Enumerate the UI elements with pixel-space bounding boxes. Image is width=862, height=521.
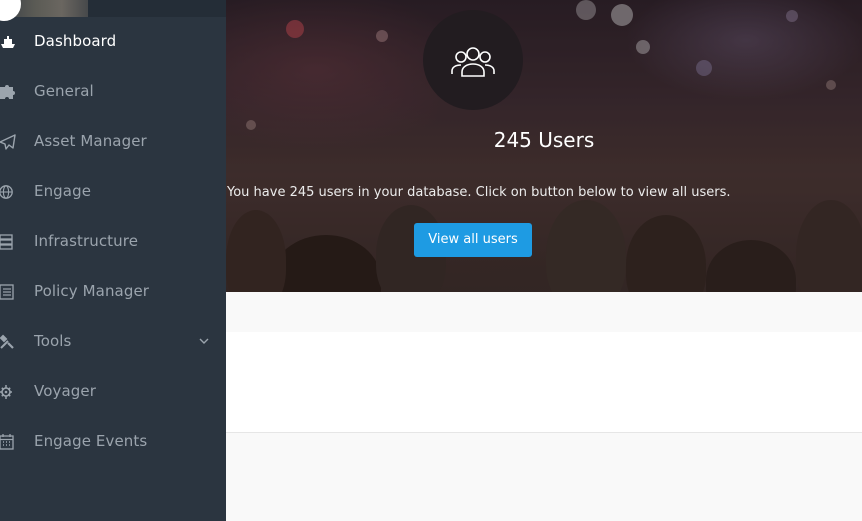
sidebar-nav: Dashboard General Asset Manager Engage I	[0, 17, 226, 467]
paper-plane-icon	[0, 134, 16, 150]
content-panel	[226, 332, 862, 433]
sidebar-item-infrastructure[interactable]: Infrastructure	[0, 217, 226, 267]
sidebar-item-asset-manager[interactable]: Asset Manager	[0, 117, 226, 167]
chevron-down-icon[interactable]	[197, 334, 211, 348]
sidebar-item-dashboard[interactable]: Dashboard	[0, 17, 226, 67]
users-icon	[451, 47, 495, 77]
users-hero-panel: 245 Users You have 245 users in your dat…	[226, 0, 862, 292]
sidebar-item-label: Tools	[34, 332, 72, 350]
tools-icon	[0, 334, 16, 350]
globe-icon	[0, 184, 16, 200]
helm-icon	[0, 384, 16, 400]
sidebar-item-label: Dashboard	[34, 32, 117, 50]
sidebar-item-engage-events[interactable]: Engage Events	[0, 417, 226, 467]
boat-icon	[0, 34, 16, 50]
sidebar: Dashboard General Asset Manager Engage I	[0, 0, 226, 521]
sidebar-item-label: Voyager	[34, 382, 96, 400]
sidebar-item-label: Engage Events	[34, 432, 148, 450]
document-icon	[0, 284, 16, 300]
sidebar-header	[0, 0, 226, 21]
users-icon-badge	[423, 10, 523, 110]
sidebar-item-label: Asset Manager	[34, 132, 147, 150]
puzzle-icon	[0, 84, 16, 100]
sidebar-item-label: Policy Manager	[34, 282, 150, 300]
users-description: You have 245 users in your database. Cli…	[227, 185, 731, 200]
sidebar-item-engage[interactable]: Engage	[0, 167, 226, 217]
view-all-users-button[interactable]: View all users	[414, 223, 532, 257]
sidebar-item-label: Infrastructure	[34, 232, 139, 250]
sidebar-item-policy-manager[interactable]: Policy Manager	[0, 267, 226, 317]
sidebar-item-label: General	[34, 82, 94, 100]
server-icon	[0, 234, 16, 250]
sidebar-item-voyager[interactable]: Voyager	[0, 367, 226, 417]
users-count-title: 245 Users	[493, 128, 595, 152]
calendar-icon	[0, 434, 16, 450]
sidebar-item-tools[interactable]: Tools	[0, 317, 226, 367]
sidebar-item-general[interactable]: General	[0, 67, 226, 117]
sidebar-item-label: Engage	[34, 182, 92, 200]
